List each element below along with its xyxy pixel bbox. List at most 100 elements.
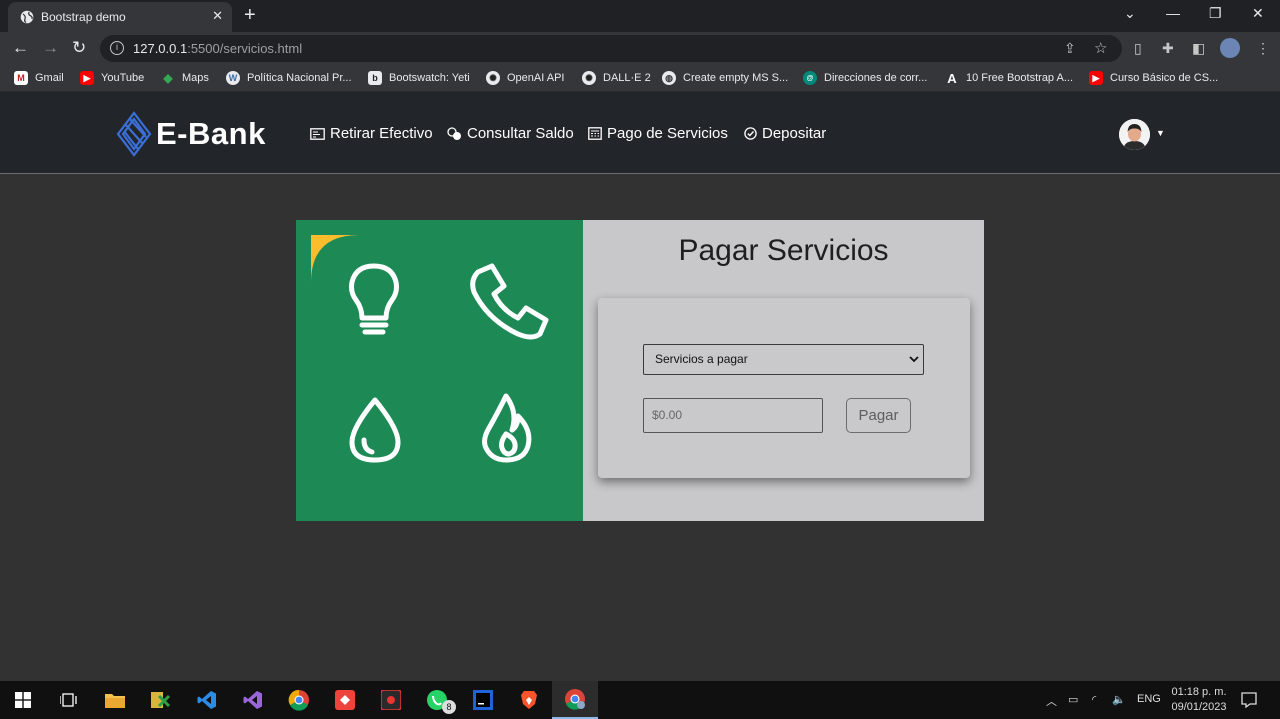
- bookmark-free-bootstrap[interactable]: A 10 Free Bootstrap A...: [945, 65, 1073, 91]
- bookmark-politica[interactable]: W Política Nacional Pr...: [226, 65, 352, 91]
- taskbar-chrome-active[interactable]: [552, 681, 598, 719]
- nav-retirar-efectivo[interactable]: Retirar Efectivo: [310, 125, 433, 142]
- forward-button[interactable]: →: [42, 39, 59, 57]
- page-title: Pagar Servicios: [678, 234, 889, 267]
- bookmark-gmail[interactable]: M Gmail: [14, 65, 64, 91]
- taskbar-chrome[interactable]: [276, 681, 322, 719]
- language-indicator[interactable]: ENG: [1137, 693, 1161, 705]
- youtube-icon: ▶: [1089, 71, 1103, 85]
- bookmark-label: OpenAI API: [507, 72, 565, 84]
- bookmark-label: Curso Básico de CS...: [1110, 72, 1219, 84]
- amount-input[interactable]: $0.00: [643, 398, 823, 433]
- bookmark-direcciones[interactable]: @ Direcciones de corr...: [803, 65, 927, 91]
- tab-title: Bootstrap demo: [41, 10, 126, 24]
- nav-label: Consultar Saldo: [467, 125, 574, 142]
- close-tab-icon[interactable]: ✕: [212, 8, 223, 24]
- taskbar-excel-app[interactable]: [138, 681, 184, 719]
- chrome-icon: [288, 689, 309, 711]
- profile-avatar-icon[interactable]: [1220, 38, 1240, 58]
- bookmark-bootswatch[interactable]: b Bootswatch: Yeti: [368, 65, 470, 91]
- visual-studio-icon: [243, 691, 262, 709]
- bookmark-youtube[interactable]: ▶ YouTube: [80, 65, 144, 91]
- windows-taskbar: 8 ︿ ▭ ◜ 🔈 ENG 01:18 p. m. 09/01/2023: [0, 681, 1280, 719]
- calculator-icon: [588, 127, 602, 140]
- openai-icon: ✺: [486, 71, 500, 85]
- reload-button[interactable]: ↻: [72, 39, 86, 57]
- new-tab-button[interactable]: +: [244, 4, 256, 27]
- start-button[interactable]: [0, 681, 46, 719]
- browser-toolbar: ← → ↻ i 127.0.0.1:5500/servicios.html ⇪ …: [0, 32, 1280, 65]
- brave-icon: [521, 691, 537, 709]
- windows-logo-icon: [15, 692, 31, 708]
- globe-icon: [20, 10, 34, 24]
- bookmark-label: Gmail: [35, 72, 64, 84]
- chrome-profile-icon: [565, 689, 585, 710]
- notifications-icon[interactable]: [1241, 692, 1257, 708]
- taskbar-brave[interactable]: [506, 681, 552, 719]
- system-clock[interactable]: 01:18 p. m. 09/01/2023: [1166, 685, 1232, 715]
- user-avatar[interactable]: [1119, 119, 1150, 150]
- whatsapp-badge: 8: [442, 700, 456, 714]
- tab-search-icon[interactable]: ⌄: [1124, 5, 1136, 22]
- taskbar-intellij[interactable]: [460, 681, 506, 719]
- brand-logo[interactable]: E-Bank: [116, 110, 266, 158]
- bookmark-maps[interactable]: ◆ Maps: [161, 65, 209, 91]
- bookmarks-bar: M Gmail ▶ YouTube ◆ Maps W Política Naci…: [0, 65, 1280, 92]
- folder-icon: [105, 694, 125, 708]
- url-host: 127.0.0.1: [133, 41, 188, 56]
- vscode-icon: [197, 691, 216, 709]
- battery-icon[interactable]: ▭: [1068, 693, 1078, 706]
- device-icon[interactable]: ▯: [1134, 40, 1142, 57]
- taskbar-vscode[interactable]: [184, 681, 230, 719]
- check-circle-icon: [744, 127, 757, 140]
- bookmark-label: Política Nacional Pr...: [247, 72, 352, 84]
- share-icon[interactable]: ⇪: [1064, 40, 1076, 57]
- bookmark-star-icon[interactable]: ☆: [1094, 39, 1107, 57]
- browser-tab[interactable]: Bootstrap demo ✕: [8, 2, 232, 32]
- clock-time: 01:18 p. m.: [1171, 686, 1227, 698]
- ai-logo-icon: A: [947, 70, 957, 86]
- address-bar[interactable]: i 127.0.0.1:5500/servicios.html ⇪ ☆: [100, 35, 1122, 62]
- volume-icon[interactable]: 🔈: [1112, 693, 1126, 706]
- services-tiles-graphic: [311, 235, 568, 491]
- taskbar-visual-studio[interactable]: [230, 681, 276, 719]
- wifi-icon[interactable]: ◜: [1092, 693, 1096, 706]
- ebank-logo-icon: [116, 111, 152, 157]
- nav-pago-servicios[interactable]: Pago de Servicios: [588, 125, 728, 142]
- task-view-button[interactable]: [46, 681, 92, 719]
- site-info-icon[interactable]: i: [110, 41, 124, 55]
- close-window-button[interactable]: ✕: [1252, 5, 1264, 22]
- clock-date: 09/01/2023: [1171, 701, 1227, 713]
- nav-depositar[interactable]: Depositar: [744, 125, 826, 142]
- payment-panel: Pagar Servicios Servicios a pagar $0.00 …: [583, 220, 984, 521]
- service-select[interactable]: Servicios a pagar: [643, 344, 924, 375]
- bookmark-label: 10 Free Bootstrap A...: [966, 72, 1074, 84]
- minimize-button[interactable]: —: [1166, 5, 1180, 21]
- taskbar-file-explorer[interactable]: [92, 681, 138, 719]
- browser-tab-strip: Bootstrap demo ✕ + ⌄ — ❐ ✕: [0, 0, 1280, 32]
- bookmark-dalle[interactable]: ✺ DALL·E 2: [582, 65, 651, 91]
- url-path: :5500/servicios.html: [187, 41, 303, 56]
- url-text[interactable]: 127.0.0.1:5500/servicios.html: [133, 41, 302, 56]
- side-panel-icon[interactable]: ◧: [1192, 40, 1205, 57]
- show-hidden-icons[interactable]: ︿: [1046, 693, 1057, 709]
- bookmark-create-empty[interactable]: ◍ Create empty MS S...: [662, 65, 788, 91]
- pay-button[interactable]: Pagar: [846, 398, 911, 433]
- nav-label: Depositar: [762, 125, 827, 142]
- bookmark-label: Create empty MS S...: [683, 72, 789, 84]
- avatar-dropdown-caret-icon[interactable]: ▼: [1156, 128, 1165, 138]
- tile-water: [311, 367, 435, 491]
- payment-card: Pagar Servicios Servicios a pagar $0.00 …: [296, 220, 984, 521]
- restore-button[interactable]: ❐: [1209, 5, 1222, 22]
- back-button[interactable]: ←: [12, 39, 29, 57]
- bookmark-label: YouTube: [101, 72, 145, 84]
- taskbar-screen-recorder[interactable]: [368, 681, 414, 719]
- extensions-icon[interactable]: ✚: [1162, 40, 1174, 57]
- menu-icon[interactable]: ⋮: [1256, 40, 1270, 57]
- nav-consultar-saldo[interactable]: Consultar Saldo: [447, 125, 574, 142]
- taskbar-whatsapp[interactable]: 8: [414, 681, 460, 719]
- taskbar-anydesk[interactable]: [322, 681, 368, 719]
- nav-label: Retirar Efectivo: [330, 125, 433, 142]
- bookmark-openai-api[interactable]: ✺ OpenAI API: [486, 65, 564, 91]
- bookmark-curso[interactable]: ▶ Curso Básico de CS...: [1089, 65, 1218, 91]
